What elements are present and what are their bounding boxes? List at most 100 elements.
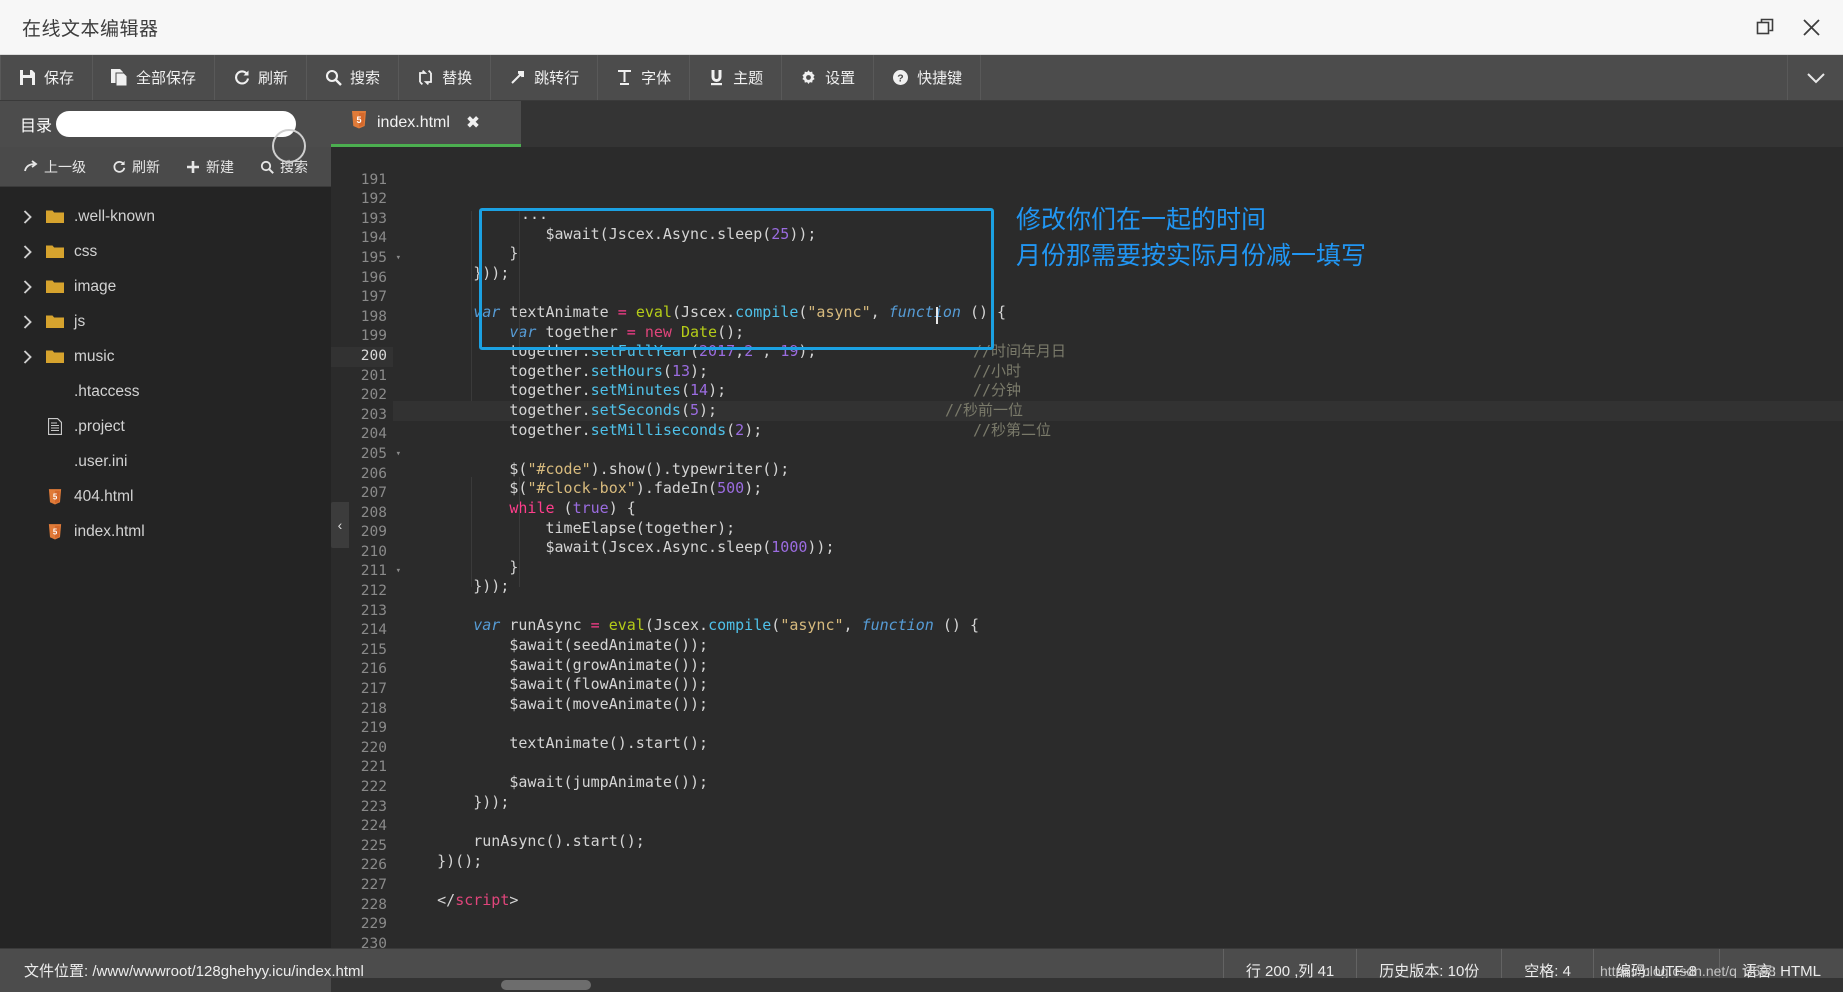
file-tree[interactable]: .well-known css image js music .htaccess .proj… [0,187,331,948]
code-line[interactable]: timeElapse(together); [393,519,1843,539]
horizontal-scrollbar[interactable] [331,978,1843,992]
sidebar-up-level-button[interactable]: 上一级 [14,157,96,177]
code-line[interactable]: $await(growAnimate()); [393,656,1843,676]
code-line[interactable]: })); [393,793,1843,813]
chevron-right-icon[interactable] [14,279,40,294]
code-line[interactable]: var runAsync = eval(Jscex.compile("async… [393,616,1843,636]
tree-item-index-html[interactable]: 5 index.html [0,514,331,549]
line-number: 224 [360,818,387,835]
tab-index-html[interactable]: 5 index.html ✖ [331,101,521,147]
toolbar-settings-button[interactable]: 设置 [782,55,875,100]
toolbar-search-button[interactable]: 搜索 [307,55,400,100]
tree-item-404-html[interactable]: 5 404.html [0,479,331,514]
sidebar-new-button[interactable]: 新建 [176,157,244,177]
code-line[interactable]: var textAnimate = eval(Jscex.compile("as… [393,303,1843,323]
tree-item-css[interactable]: css [0,234,331,269]
code-line[interactable]: together.setHours(13); //小时 [393,362,1843,382]
app-window: 在线文本编辑器 保存 全部保存 刷新 搜索 替换 跳转行 字体 主题 设置 ? … [0,0,1843,992]
tree-item-well-known[interactable]: .well-known [0,199,331,234]
code-line[interactable]: $("#clock-box").fadeIn(500); [393,479,1843,499]
code-line[interactable]: })(); [393,852,1843,872]
toolbar-label: 跳转行 [534,70,580,87]
code-line[interactable] [393,597,1843,617]
tree-item-js[interactable]: js [0,304,331,339]
code-line[interactable]: together.setSeconds(5); //秒前一位 [393,400,1843,421]
code-line[interactable]: while (true) { [393,499,1843,519]
code-line[interactable] [393,283,1843,303]
restore-window-icon[interactable] [1755,17,1775,37]
toolbar-replace-button[interactable]: 替换 [399,55,492,100]
toolbar-save-button[interactable]: 保存 [0,55,94,100]
code-line[interactable]: together.setMilliseconds(2); //秒第二位 [393,421,1843,441]
tab-close-icon[interactable]: ✖ [466,113,480,133]
horizontal-scrollbar-thumb[interactable] [501,980,591,990]
line-number: 199 [360,328,387,345]
toolbar-theme-button[interactable]: 主题 [690,55,783,100]
tree-item-music[interactable]: music [0,339,331,374]
tab-label: index.html [377,113,450,131]
toolbar-label: 保存 [44,70,75,87]
chevron-right-icon[interactable] [14,349,40,364]
code-token: , [843,616,862,635]
sidebar-refresh-button[interactable]: 刷新 [102,157,170,177]
code-token: ); [699,400,718,419]
file-sidebar: 目录 上一级 刷新 新建 搜索 .well-known css image js… [0,101,331,948]
directory-path-input[interactable] [56,111,297,137]
toolbar-refresh-button[interactable]: 刷新 [215,55,308,100]
code-line[interactable]: $("#code").show().typewriter(); [393,460,1843,480]
toolbar-shortcuts-button[interactable]: ? 快捷键 [874,55,982,100]
code-line[interactable] [393,930,1843,948]
code-token: () { [933,616,979,635]
chevron-right-icon[interactable] [14,314,40,329]
code-line[interactable]: $await(seedAnimate()); [393,636,1843,656]
tree-item-htaccess[interactable]: .htaccess [0,374,331,409]
chevron-right-icon[interactable] [14,244,40,259]
search-icon [325,69,342,86]
code-line[interactable]: $await(flowAnimate()); [393,675,1843,695]
code-token: ( [554,498,573,517]
code-comment: //时间年月日 [973,342,1067,361]
code-line[interactable]: runAsync().start(); [393,832,1843,852]
code-line[interactable]: })); [393,577,1843,597]
close-window-icon[interactable] [1801,17,1821,37]
tree-item-label: .htaccess [74,382,140,400]
code-token: true [572,498,609,517]
code-line[interactable]: textAnimate().start(); [393,734,1843,754]
code-line[interactable]: $await(jumpAnimate()); [393,773,1843,793]
tree-item-image[interactable]: image [0,269,331,304]
toolbar-expand-button[interactable] [1787,55,1843,100]
code-line[interactable]: $await(moveAnimate()); [393,695,1843,715]
folder-icon [40,279,70,294]
code-line[interactable] [393,812,1843,832]
code-line[interactable]: $await(Jscex.Async.sleep(1000)); [393,538,1843,558]
tree-item-user-ini[interactable]: .user.ini [0,444,331,479]
code-editor[interactable]: 191 192 193 194 195 ▾ 196 197 198 199 200 201 202 203… [331,147,1843,948]
code-token: 14 [690,381,709,400]
code-token: setSeconds [590,400,681,419]
code-line[interactable] [393,910,1843,930]
code-comment: //小时 [973,361,1022,380]
code-line[interactable]: together.setFullYear(2017,2 , 19); //时间年月… [393,342,1843,362]
code-token: ); [690,361,709,380]
svg-text:5: 5 [356,115,361,125]
code-line[interactable]: } [393,558,1843,578]
code-line[interactable]: </script> [393,891,1843,911]
code-line[interactable] [393,871,1843,891]
toolbar-label: 搜索 [350,70,381,87]
sidebar-search-button[interactable]: 搜索 [250,157,318,177]
toolbar-goto-line-button[interactable]: 跳转行 [491,55,599,100]
line-number: 205 ▾ [331,445,401,465]
code-line[interactable] [393,714,1843,734]
code-token: ); [744,420,763,439]
code-line[interactable]: together.setMinutes(14); //分钟 [393,381,1843,401]
code-line[interactable] [393,754,1843,774]
tree-item-project[interactable]: .project [0,409,331,444]
sidebar-collapse-handle[interactable]: ‹ [331,501,349,548]
folder-icon [40,244,70,259]
toolbar-save-all-button[interactable]: 全部保存 [93,55,216,100]
code-line[interactable] [393,440,1843,460]
toolbar-font-button[interactable]: 字体 [598,55,691,100]
directory-toolbar: 上一级 刷新 新建 搜索 [0,147,331,187]
chevron-right-icon[interactable] [14,209,40,224]
code-line[interactable]: var together = new Date(); [393,323,1843,343]
